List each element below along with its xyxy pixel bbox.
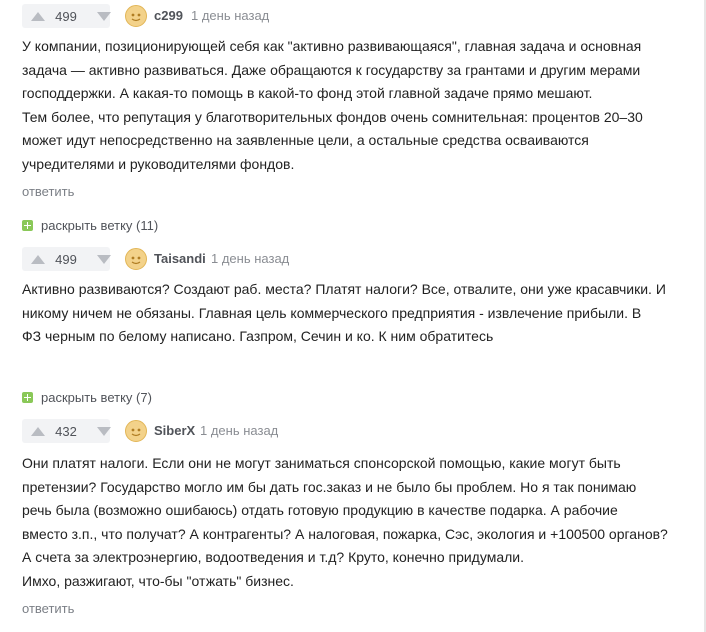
comment-text: Активно развиваются? Создают раб. места?…	[22, 278, 682, 349]
user-avatar[interactable]	[125, 5, 147, 27]
text-line: А счета за электроэнергию, водоотведения…	[22, 549, 524, 565]
plus-icon	[22, 219, 33, 231]
username[interactable]: SiberX	[154, 423, 195, 438]
comment-text: У компании, позиционирующей себя как "ак…	[22, 35, 682, 176]
text-line: никому ничем не обязаны. Главная цель ко…	[22, 304, 642, 321]
comment: 432 SiberX 1 день назад Они платят налог…	[22, 419, 682, 624]
avatar-face-icon	[131, 13, 141, 22]
downvote-button[interactable]	[92, 247, 116, 271]
text-line: господдержки. А какая-то помощь в какой-…	[22, 85, 593, 101]
arrow-up-icon	[31, 254, 45, 264]
arrow-down-icon	[97, 11, 111, 21]
text-line: Имхо, разжигают, что-бы "отжать" бизнес.	[22, 572, 294, 589]
text-line: Активно развиваются? Создают раб. места?…	[22, 281, 666, 297]
downvote-button[interactable]	[92, 419, 116, 443]
plus-icon	[22, 391, 33, 403]
reply-link[interactable]: ответить	[22, 184, 74, 199]
username[interactable]: c299	[154, 8, 183, 23]
text-line: ФЗ черным по белому написано. Газпром, С…	[22, 328, 494, 344]
text-line: У компании, позиционирующей себя как "ак…	[22, 38, 642, 54]
downvote-button[interactable]	[92, 4, 116, 28]
avatar-face-icon	[131, 428, 141, 437]
timestamp[interactable]: 1 день назад	[211, 251, 289, 266]
rating-score: 499	[55, 251, 77, 267]
expand-thread-label: раскрыть ветку (11)	[41, 217, 159, 233]
text-line: Тем более, что репутация у благотворител…	[22, 108, 643, 125]
timestamp[interactable]: 1 день назад	[191, 8, 269, 23]
expand-thread-button[interactable]: раскрыть ветку (7)	[22, 388, 152, 406]
comment: 499 c299 1 день назад У компании, позици…	[22, 4, 682, 204]
arrow-down-icon	[97, 254, 111, 264]
upvote-button[interactable]	[22, 247, 54, 271]
upvote-button[interactable]	[22, 419, 54, 443]
rating-score: 432	[55, 423, 77, 439]
text-line: учредителями и руководителями фондов.	[22, 155, 295, 172]
text-line: Они платят налоги. Если они не могут зан…	[22, 455, 621, 471]
arrow-up-icon	[31, 11, 45, 21]
reply-link[interactable]: ответить	[22, 601, 74, 616]
text-line: вместо з.п., что получат? А контрагенты?…	[22, 525, 668, 542]
comment-text: Они платят налоги. Если они не могут зан…	[22, 452, 682, 593]
text-line: речь была (возможно ошибаюсь) отдать гот…	[22, 502, 618, 518]
text-line: может идут непосредственно на заявленные…	[22, 132, 589, 148]
upvote-button[interactable]	[22, 4, 54, 28]
avatar-face-icon	[131, 256, 141, 265]
arrow-down-icon	[97, 426, 111, 436]
text-line: задача — активно развиваться. Даже обращ…	[22, 61, 641, 78]
expand-thread-button[interactable]: раскрыть ветку (11)	[22, 216, 158, 234]
user-avatar[interactable]	[125, 420, 147, 442]
user-avatar[interactable]	[125, 248, 147, 270]
expand-thread-label: раскрыть ветку (7)	[41, 389, 152, 405]
arrow-up-icon	[31, 426, 45, 436]
comment: 499 Taisandi 1 день назад Активно развив…	[22, 247, 682, 357]
timestamp[interactable]: 1 день назад	[200, 423, 278, 438]
username[interactable]: Taisandi	[154, 251, 206, 266]
text-line: претензии? Государство могло им бы дать …	[22, 478, 637, 495]
rating-score: 499	[55, 8, 77, 24]
